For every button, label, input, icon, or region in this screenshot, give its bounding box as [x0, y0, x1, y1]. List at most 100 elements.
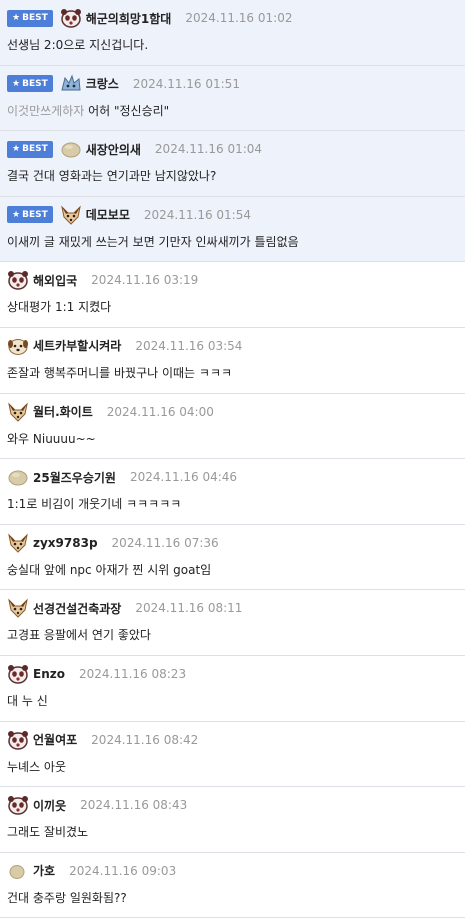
star-icon: ★	[12, 78, 21, 89]
comment-item: ★ BEST 해군의희망1함대 2024.11.16 01:02 선생님 2:0으…	[0, 0, 465, 66]
fox-avatar-icon[interactable]	[60, 205, 82, 225]
comment-header: ★ BEST 새장안의새 2024.11.16 01:04	[7, 139, 465, 159]
round-blob-avatar-icon[interactable]	[7, 467, 29, 487]
comment-item: ★ BEST 크랑스 2024.11.16 01:51 이것만쓰게하자 어허 "정…	[0, 65, 465, 132]
comment-item: ★ BEST 데모보모 2024.11.16 01:54 이새끼 글 재밌게 쓰는…	[0, 196, 465, 263]
comment-main-text: 존잘과 행복주머니를 바꿨구나 이때는 ㅋㅋㅋ	[7, 365, 233, 380]
comment-header: Enzo 2024.11.16 08:23	[7, 664, 465, 684]
comment-item: 가호 2024.11.16 09:03 건대 충주랑 일원화됨??	[0, 853, 465, 918]
comment-item: Enzo 2024.11.16 08:23 대 누 신	[0, 656, 465, 722]
nickname[interactable]: 해외입국	[33, 272, 77, 289]
comment-main-text: 대 누 신	[7, 693, 48, 708]
panda-avatar-icon[interactable]	[7, 270, 29, 291]
comment-text: 이새끼 글 재밌게 쓰는거 보면 기만자 인싸새끼가 틀림없음	[7, 233, 459, 250]
comment-item: 해외입국 2024.11.16 03:19 상대평가 1:1 지켰다	[0, 262, 465, 328]
nickname[interactable]: 이끼읏	[33, 797, 66, 814]
fox-avatar-icon[interactable]	[7, 598, 29, 619]
timestamp: 2024.11.16 08:11	[135, 601, 243, 616]
best-badge: ★ BEST	[7, 75, 53, 93]
comment-main-text: 이새끼 글 재밌게 쓰는거 보면 기만자 인싸새끼가 틀림없음	[7, 234, 299, 249]
comment-text: 이것만쓰게하자 어허 "정신승리"	[7, 102, 459, 119]
dog-avatar-icon[interactable]	[7, 336, 29, 356]
timestamp: 2024.11.16 01:04	[154, 142, 263, 157]
round-blob-avatar-icon[interactable]	[60, 139, 82, 159]
comment-header: zyx9783p 2024.11.16 07:36	[7, 533, 465, 553]
comment-text: 와우 Niuuuu~~	[7, 430, 459, 447]
timestamp: 2024.11.16 03:19	[91, 273, 199, 288]
comment-text: 상대평가 1:1 지켰다	[7, 298, 459, 315]
timestamp: 2024.11.16 08:42	[91, 732, 199, 747]
nickname[interactable]: 크랑스	[86, 75, 119, 92]
timestamp: 2024.11.16 08:23	[78, 666, 187, 681]
star-icon: ★	[12, 13, 21, 23]
star-icon: ★	[12, 144, 21, 155]
comment-main-text: 그래도 잘비겼노	[7, 825, 89, 840]
comment-text: 존잘과 행복주머니를 바꿨구나 이때는 ㅋㅋㅋ	[7, 364, 459, 381]
panda-avatar-icon[interactable]	[60, 8, 82, 28]
comment-text: 선생님 2:0으로 지신겁니다.	[7, 36, 459, 53]
comment-header: 가호 2024.11.16 09:03	[7, 861, 465, 881]
timestamp: 2024.11.16 03:54	[135, 338, 243, 353]
comment-header: 월터.화이트 2024.11.16 04:00	[7, 402, 465, 422]
nickname[interactable]: 25월즈우승기원	[33, 469, 116, 486]
comment-main-text: 건대 충주랑 일원화됨??	[7, 890, 127, 905]
nickname[interactable]: 선경건설건축과장	[33, 600, 121, 617]
comment-list: ★ BEST 해군의희망1함대 2024.11.16 01:02 선생님 2:0으…	[0, 0, 465, 918]
timestamp: 2024.11.16 07:36	[111, 535, 219, 550]
comment-header: 선경건설건축과장 2024.11.16 08:11	[7, 598, 465, 619]
panda-avatar-icon[interactable]	[7, 730, 29, 750]
comment-text: 결국 건대 영화과는 연기과만 남지않았나?	[7, 167, 459, 184]
timestamp: 2024.11.16 04:46	[129, 470, 238, 485]
star-icon: ★	[12, 209, 21, 220]
comment-main-text: 1:1로 비김이 개웃기네 ㅋㅋㅋㅋㅋ	[7, 497, 182, 512]
comment-text: 대 누 신	[7, 692, 459, 709]
comment-main-text: 어허 "정신승리"	[84, 103, 170, 118]
nickname[interactable]: Enzo	[33, 667, 65, 681]
nickname[interactable]: 해군의희망1함대	[86, 10, 172, 27]
timestamp: 2024.11.16 01:51	[132, 76, 240, 91]
comment-header: 언월여포 2024.11.16 08:42	[7, 730, 465, 750]
comment-header: ★ BEST 해군의희망1함대 2024.11.16 01:02	[7, 8, 465, 28]
comment-item: 세트카부할시켜라 2024.11.16 03:54 존잘과 행복주머니를 바꿨구…	[0, 328, 465, 394]
timestamp: 2024.11.16 01:54	[143, 207, 251, 222]
comment-item: ★ BEST 새장안의새 2024.11.16 01:04 결국 건대 영화과는 …	[0, 131, 465, 197]
comment-main-text: 고경표 응팔에서 연기 좋았다	[7, 628, 151, 643]
nickname[interactable]: 언월여포	[33, 731, 77, 748]
fox-avatar-icon[interactable]	[7, 533, 29, 553]
blue-creature-avatar-icon[interactable]	[60, 74, 82, 94]
timestamp: 2024.11.16 08:43	[80, 798, 188, 813]
best-badge: ★ BEST	[7, 140, 53, 158]
panda-avatar-icon[interactable]	[7, 664, 29, 684]
nickname[interactable]: 월터.화이트	[33, 403, 93, 420]
nickname[interactable]: 세트카부할시켜라	[33, 337, 121, 354]
nickname[interactable]: 새장안의새	[86, 141, 141, 158]
comment-header: ★ BEST 크랑스 2024.11.16 01:51	[7, 74, 465, 94]
best-badge: ★ BEST	[7, 9, 53, 27]
comment-text: 건대 충주랑 일원화됨??	[7, 889, 459, 906]
best-badge-label: BEST	[22, 209, 48, 220]
comment-header: ★ BEST 데모보모 2024.11.16 01:54	[7, 205, 465, 225]
comment-main-text: 상대평가 1:1 지켰다	[7, 300, 112, 315]
timestamp: 2024.11.16 01:02	[185, 11, 293, 25]
nickname[interactable]: zyx9783p	[33, 536, 98, 550]
comment-main-text: 숭실대 앞에 npc 아재가 찐 시위 goat임	[7, 562, 212, 577]
best-badge-label: BEST	[22, 144, 48, 155]
comment-header: 세트카부할시켜라 2024.11.16 03:54	[7, 336, 465, 356]
comment-main-text: 결국 건대 영화과는 연기과만 남지않았나?	[7, 169, 217, 184]
comment-text: 숭실대 앞에 npc 아재가 찐 시위 goat임	[7, 561, 459, 578]
timestamp: 2024.11.16 09:03	[69, 863, 177, 878]
fox-avatar-icon[interactable]	[7, 402, 29, 422]
nickname[interactable]: 데모보모	[86, 206, 130, 223]
comment-item: 이끼읏 2024.11.16 08:43 그래도 잘비겼노	[0, 787, 465, 853]
comment-text: 그래도 잘비겼노	[7, 823, 459, 840]
panda-avatar-icon[interactable]	[7, 795, 29, 815]
comment-text: 1:1로 비김이 개웃기네 ㅋㅋㅋㅋㅋ	[7, 495, 459, 512]
comment-item: 25월즈우승기원 2024.11.16 04:46 1:1로 비김이 개웃기네 …	[0, 459, 465, 525]
nickname[interactable]: 가호	[33, 862, 55, 879]
best-badge-label: BEST	[22, 78, 48, 89]
comment-item: 언월여포 2024.11.16 08:42 누녜스 아웃	[0, 722, 465, 788]
comment-header: 해외입국 2024.11.16 03:19	[7, 270, 465, 291]
small-blob-avatar-icon[interactable]	[7, 861, 29, 881]
comment-muted-text: 이것만쓰게하자	[7, 103, 85, 118]
best-badge-label: BEST	[22, 13, 48, 23]
